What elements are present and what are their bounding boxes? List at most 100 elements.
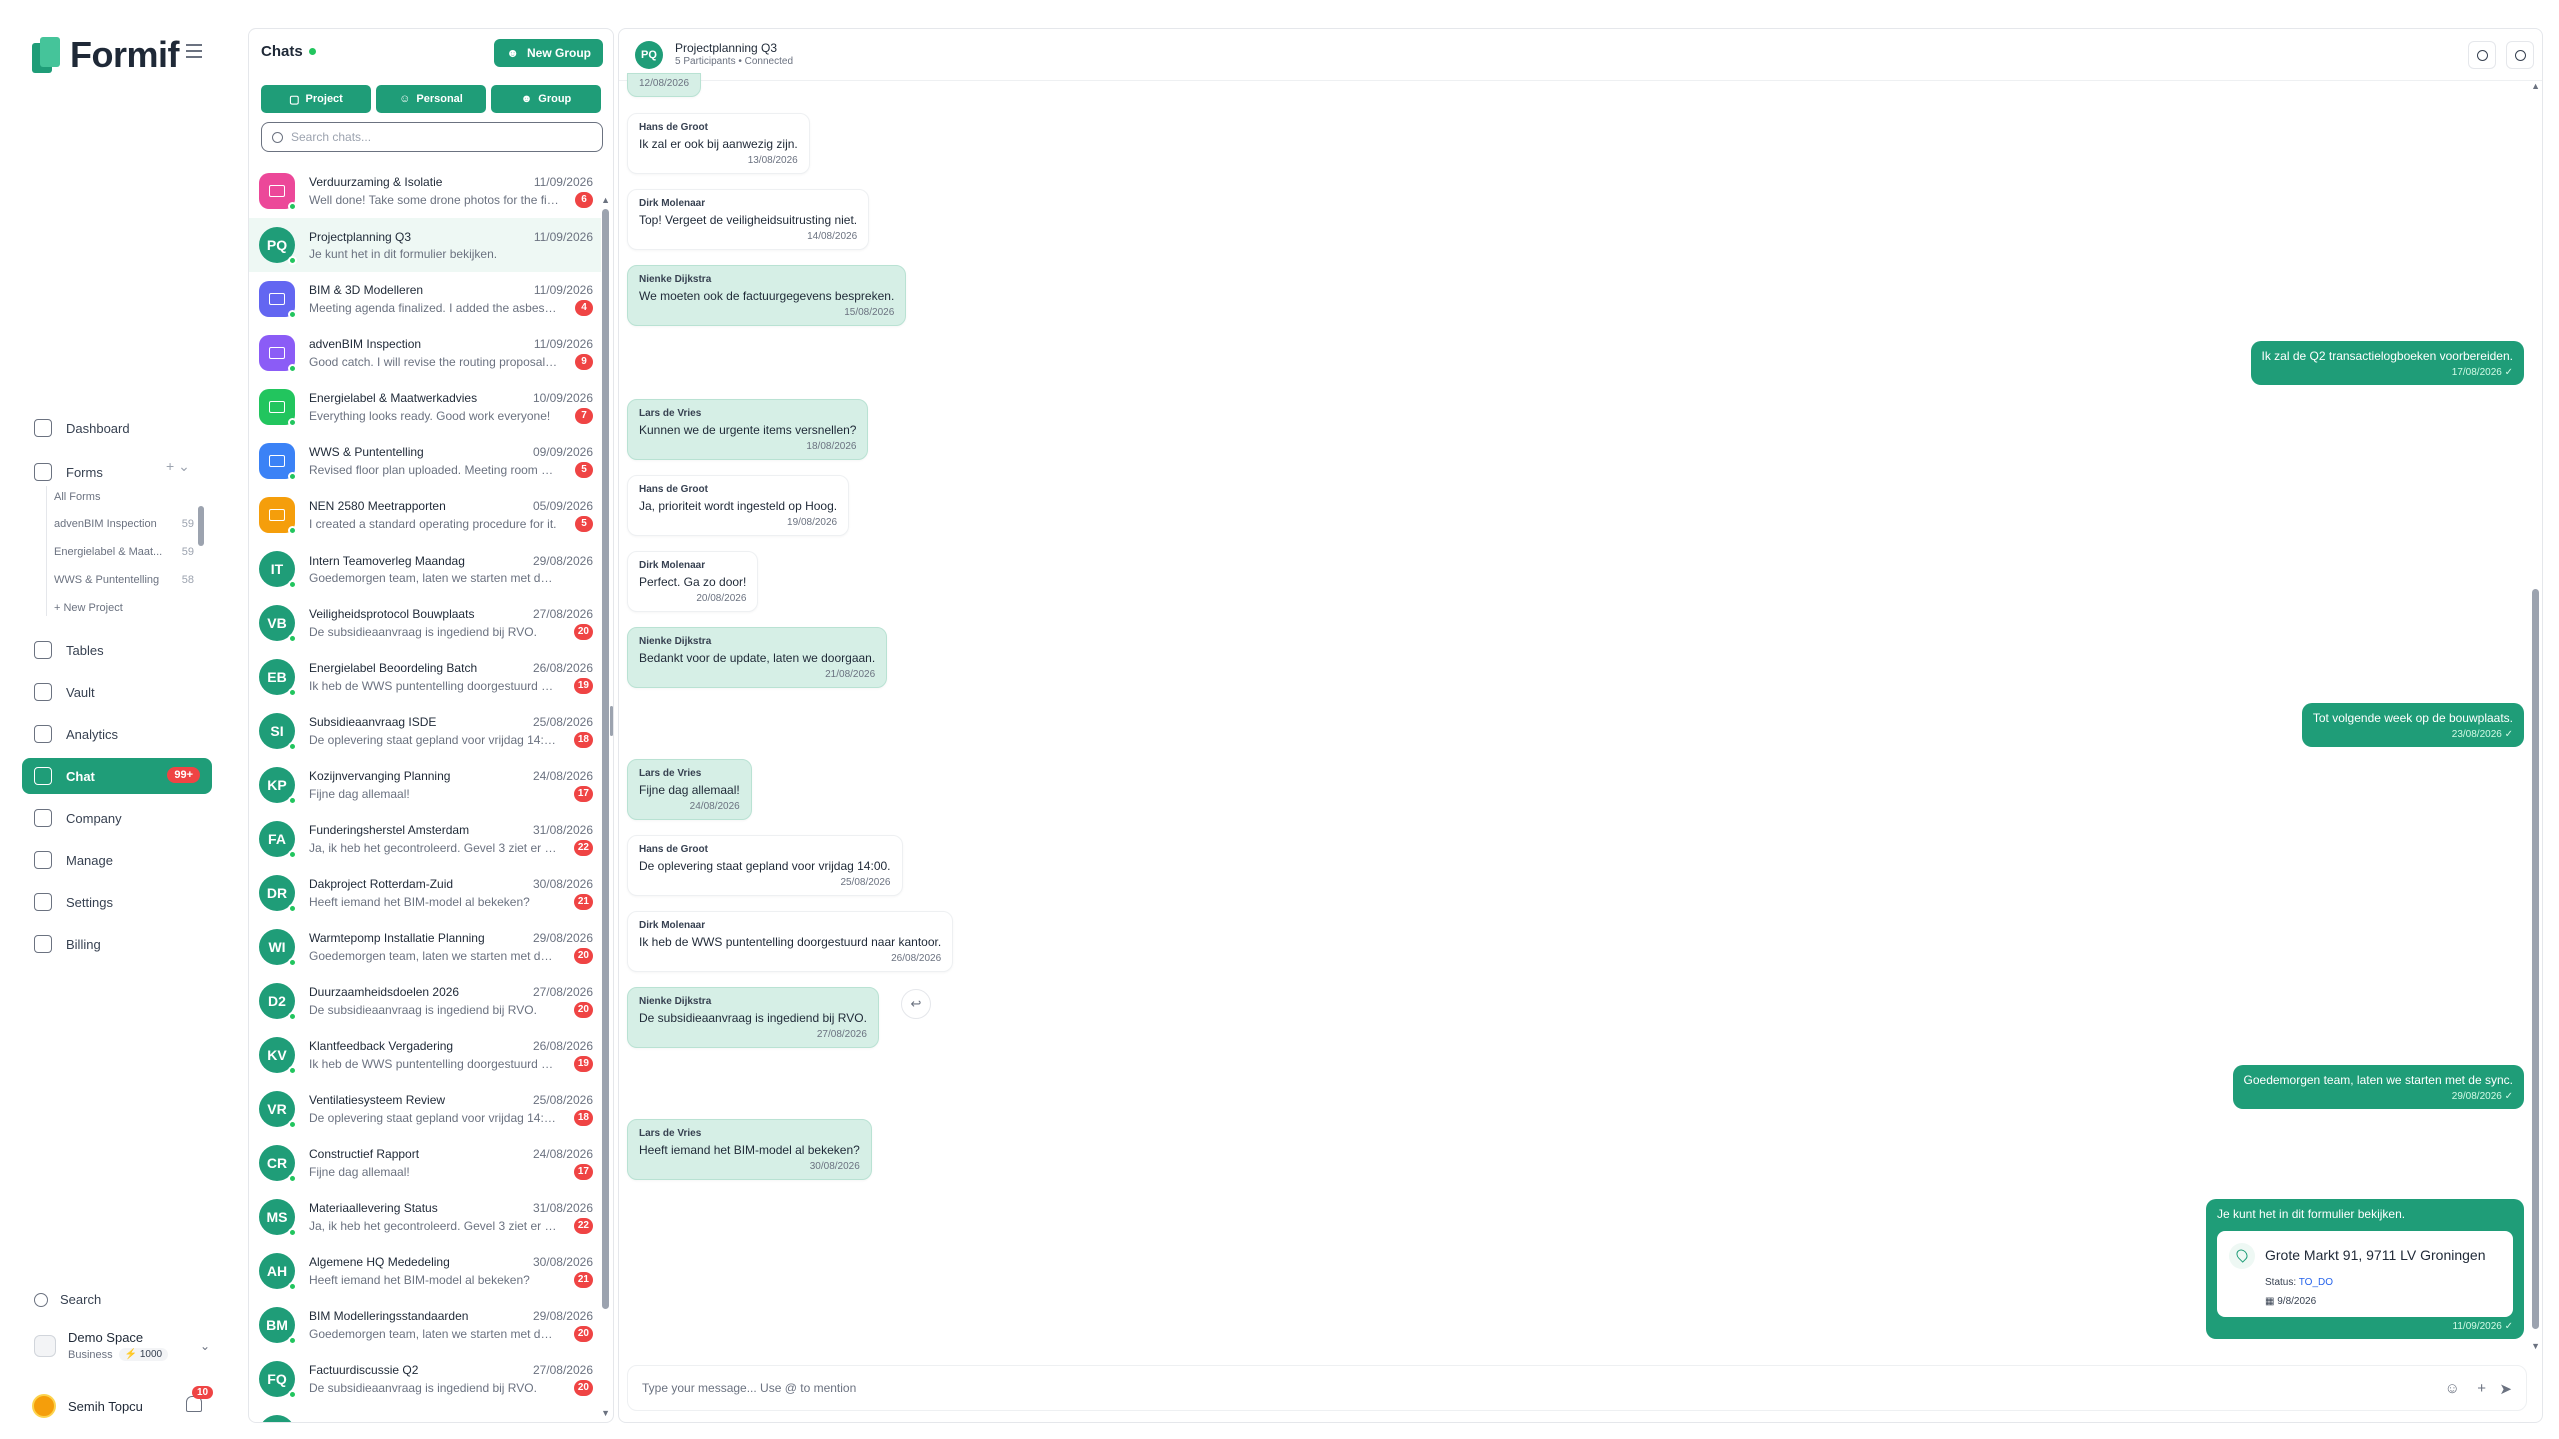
chat-list-item[interactable]: BIM & 3D Modelleren 11/09/2026 Meeting age… — [249, 272, 601, 326]
message-bubble[interactable]: Dirk Molenaar Top! Vergeet de veiligheids… — [627, 189, 870, 250]
chat-list-item[interactable]: SI Subsidieaanvraag ISDE 25/08/2026 De ople… — [249, 704, 601, 758]
forms-sub-scrollbar[interactable] — [198, 506, 204, 546]
unread-count-badge: 19 — [573, 1055, 593, 1072]
chat-list-item[interactable]: PQ Projectplanning Q3 11/09/2026 Je kunt he… — [249, 218, 601, 272]
chat-list-item[interactable]: FA Funderingsherstel Amsterdam 31/08/2026 J… — [249, 812, 601, 866]
chat-list-item[interactable]: MS Materiaallevering Status 31/08/2026 Ja, … — [249, 1190, 601, 1244]
scroll-up-icon[interactable]: ▲ — [601, 195, 610, 205]
chat-item-top: NEN 2580 Meetrapporten 05/09/2026 — [309, 499, 593, 513]
message-bubble[interactable]: Nienke Dijkstra Bedankt voor de update, l… — [627, 627, 888, 688]
scroll-up-icon[interactable]: ▲ — [2531, 81, 2540, 91]
nav-item-settings[interactable]: Settings — [22, 884, 212, 920]
nav-item-dashboard[interactable]: Dashboard — [22, 410, 212, 446]
message-bubble[interactable]: Nienke Dijkstra We moeten ook de factuurg… — [627, 265, 907, 326]
chat-list-scrollbar[interactable] — [602, 209, 609, 1309]
nav-item-analytics[interactable]: Analytics — [22, 716, 212, 752]
chat-list-item[interactable]: WI Warmtepomp Installatie Planning 29/08/2… — [249, 920, 601, 974]
conversation-avatar[interactable]: PQ — [635, 41, 663, 69]
filter-group-button[interactable]: ☻ Group — [491, 85, 601, 113]
search-icon — [2476, 49, 2488, 61]
message-bubble[interactable]: Nienke Dijkstra De subsidieaanvraag is in… — [627, 987, 879, 1048]
send-icon[interactable]: ➤ — [2499, 1380, 2512, 1398]
message-bubble[interactable]: Dirk Molenaar Ik heb de WWS puntentelling… — [627, 911, 954, 972]
location-card[interactable]: Grote Markt 91, 9711 LV Groningen Status:… — [2217, 1231, 2513, 1317]
message-bubble[interactable]: Goedemorgen team, laten we starten met d… — [2232, 1065, 2524, 1109]
message-sender: Lars de Vries — [639, 768, 702, 779]
chat-list-item[interactable]: DR Dakproject Rotterdam-Zuid 30/08/2026 Hee… — [249, 866, 601, 920]
location-message[interactable]: Je kunt het in dit formulier bekijken. Gr… — [2206, 1199, 2524, 1339]
chat-avatar: SI — [259, 713, 297, 751]
folder-icon — [269, 455, 285, 467]
forms-sub-item[interactable]: Energielabel & Maat... 59 — [54, 546, 194, 558]
conversation-scrollbar[interactable] — [2532, 589, 2539, 1329]
chat-list-item[interactable]: KV Klantfeedback Vergadering 26/08/2026 Ik … — [249, 1028, 601, 1082]
chat-list-item[interactable]: Energielabel & Maatwerkadvies 10/09/2026 E… — [249, 380, 601, 434]
scroll-down-icon[interactable]: ▼ — [601, 1408, 610, 1418]
scroll-down-icon[interactable]: ▼ — [2531, 1341, 2540, 1351]
message-bubble[interactable]: Hans de Groot De oplevering staat gepland… — [627, 835, 903, 896]
search-messages-button[interactable] — [2468, 41, 2496, 69]
user-profile[interactable]: Semih Topcu — [32, 1394, 143, 1418]
folder-icon — [269, 293, 285, 305]
attach-plus-icon[interactable]: + — [2477, 1380, 2486, 1397]
table-icon — [34, 641, 52, 659]
chat-name: Klantfeedback Vergadering — [309, 1038, 454, 1053]
chat-list-item[interactable]: VB Veiligheidsprotocol Bouwplaats 27/08/20… — [249, 596, 601, 650]
message-bubble[interactable]: Lars de Vries Fijne dag allemaal! 24/08/20… — [627, 759, 752, 820]
nav-item-chat[interactable]: Chat 99+ — [22, 758, 212, 794]
nav-item-billing[interactable]: Billing — [22, 926, 212, 962]
panel-resize-handle[interactable] — [610, 706, 613, 736]
filter-personal-button[interactable]: ☺ Personal — [376, 85, 486, 113]
chat-item-bottom: De subsidieaanvraag is ingediend bij RVO… — [309, 623, 593, 640]
chat-search-input[interactable]: Search chats... — [261, 122, 603, 152]
chat-name: Subsidieaanvraag ISDE — [309, 714, 437, 729]
brand-logo[interactable]: Formif — [32, 34, 180, 76]
nav-item-company[interactable]: Company — [22, 800, 212, 836]
add-form-icon[interactable]: + ⌄ — [166, 458, 220, 475]
forms-sub-item[interactable]: advenBIM Inspection 59 — [54, 518, 194, 530]
filter-project-button[interactable]: ▢ Project — [261, 85, 371, 113]
message-bubble[interactable]: Lars de Vries Kunnen we de urgente items … — [627, 399, 869, 460]
chat-list-item[interactable]: D2 Duurzaamheidsdoelen 2026 27/08/2026 De s… — [249, 974, 601, 1028]
chat-list-item[interactable]: WWS & Puntentelling 09/09/2026 Revised flo… — [249, 434, 601, 488]
message-bubble[interactable]: Ik zal de Q2 transactielogboeken voorber… — [2250, 341, 2524, 385]
reply-icon[interactable]: ↩ — [901, 989, 931, 1019]
chat-item-bottom: I created a standard operating procedure… — [309, 515, 593, 532]
message-bubble[interactable]: Hans de Groot Ja, prioriteit wordt ingest… — [627, 475, 850, 536]
chat-list-item[interactable]: KIKwaliteitscontrole Isolatie26/08/2026 — [249, 1406, 601, 1422]
nav-item-tables[interactable]: Tables — [22, 632, 212, 668]
chat-list-item[interactable]: AH Algemene HQ Mededeling 30/08/2026 Heeft … — [249, 1244, 601, 1298]
emoji-icon[interactable]: ☺ — [2445, 1380, 2460, 1397]
nav-item-vault[interactable]: Vault — [22, 674, 212, 710]
forms-sub-item[interactable]: WWS & Puntentelling 58 — [54, 574, 194, 586]
chat-list-item[interactable]: KP Kozijnvervanging Planning 24/08/2026 Fij… — [249, 758, 601, 812]
menu-icon[interactable] — [186, 44, 202, 58]
new-group-button[interactable]: ☻ New Group — [494, 39, 603, 67]
nav-item-manage[interactable]: Manage — [22, 842, 212, 878]
forms-sub-item[interactable]: All Forms — [54, 491, 194, 503]
message-bubble[interactable]: Dirk Molenaar Perfect. Ga zo door! 20/08/2… — [627, 551, 759, 612]
chat-list-item[interactable]: BM BIM Modelleringsstandaarden 29/08/2026 G… — [249, 1298, 601, 1352]
forms-sub-item[interactable]: + New Project — [54, 602, 194, 614]
message-bubble[interactable]: 12/08/2026 — [627, 73, 702, 97]
credits-value: 1000 — [139, 1349, 163, 1360]
chat-list-item[interactable]: VR Ventilatiesysteem Review 25/08/2026 De o… — [249, 1082, 601, 1136]
message-bubble[interactable]: Lars de Vries Heeft iemand het BIM-model … — [627, 1119, 872, 1180]
chat-list-item[interactable]: FQ Factuurdiscussie Q2 27/08/2026 De subsid… — [249, 1352, 601, 1406]
chat-avatar: D2 — [259, 983, 297, 1021]
chat-list-item[interactable]: IT Intern Teamoverleg Maandag 29/08/2026 Go… — [249, 542, 601, 596]
chat-last-message: Heeft iemand het BIM-model al bekeken? — [309, 1272, 530, 1287]
nav-search[interactable]: Search — [34, 1292, 101, 1307]
chat-list-item[interactable]: Verduurzaming & Isolatie 11/09/2026 Well d… — [249, 164, 601, 218]
chat-item-top: advenBIM Inspection 11/09/2026 — [309, 337, 593, 351]
chat-list-item[interactable]: CR Constructief Rapport 24/08/2026 Fijne da… — [249, 1136, 601, 1190]
workspace-switcher[interactable]: Demo Space Business ⚡ 1000 ⌄ — [34, 1330, 210, 1361]
message-bubble[interactable]: Hans de Groot Ik zal er ook bij aanwezig … — [627, 113, 810, 174]
message-input[interactable]: Type your message... Use @ to mention ☺ … — [627, 1365, 2527, 1411]
message-bubble[interactable]: Tot volgende week op de bouwplaats. 23/08… — [2301, 703, 2524, 747]
info-button[interactable] — [2506, 41, 2534, 69]
chat-list-item[interactable]: EB Energielabel Beoordeling Batch 26/08/20… — [249, 650, 601, 704]
chat-list-item[interactable]: advenBIM Inspection 11/09/2026 Good catch.… — [249, 326, 601, 380]
online-indicator — [288, 742, 297, 751]
chat-list-item[interactable]: NEN 2580 Meetrapporten 05/09/2026 I create… — [249, 488, 601, 542]
